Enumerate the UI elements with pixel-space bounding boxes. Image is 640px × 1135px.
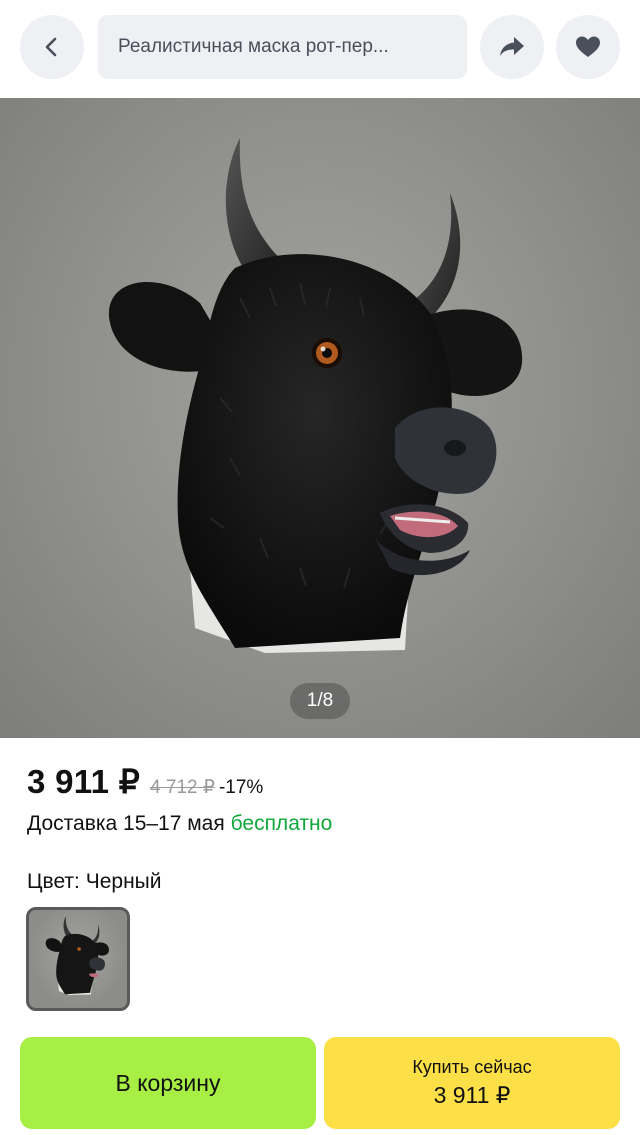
buy-now-price: 3 911 ₽	[433, 1082, 511, 1108]
color-option-black[interactable]	[26, 907, 130, 1011]
buy-now-label: Купить сейчас	[412, 1057, 532, 1077]
heart-icon	[576, 36, 600, 57]
image-counter: 1/8	[290, 683, 350, 719]
free-delivery-label: бесплатно	[230, 812, 333, 835]
product-image-gallery[interactable]	[0, 98, 640, 738]
current-price: 3 911 ₽	[27, 763, 141, 800]
price-row: 3 911 ₽ 4 712 ₽ -17%	[27, 762, 263, 801]
share-button[interactable]	[480, 15, 544, 79]
add-to-cart-label: В корзину	[115, 1069, 221, 1096]
back-button[interactable]	[20, 15, 84, 79]
top-bar: Реалистичная маска рот-пер...	[0, 0, 640, 98]
bull-mask-thumbnail	[45, 916, 109, 995]
add-to-cart-button[interactable]: В корзину	[20, 1037, 316, 1129]
delivery-info: Доставка 15–17 мая бесплатно	[27, 812, 332, 836]
discount-badge: -17%	[218, 777, 264, 798]
product-title: Реалистичная маска рот-пер...	[118, 36, 389, 57]
favorite-button[interactable]	[556, 15, 620, 79]
share-arrow-icon	[500, 37, 524, 56]
chevron-left-icon	[45, 37, 57, 57]
delivery-dates: Доставка 15–17 мая	[27, 812, 225, 835]
bull-mask-product-image	[108, 138, 523, 653]
color-label: Цвет: Черный	[27, 870, 162, 893]
buy-now-button[interactable]: Купить сейчас 3 911 ₽	[324, 1037, 620, 1129]
product-title-bar[interactable]: Реалистичная маска рот-пер...	[98, 15, 467, 79]
old-price: 4 712 ₽	[150, 777, 215, 798]
